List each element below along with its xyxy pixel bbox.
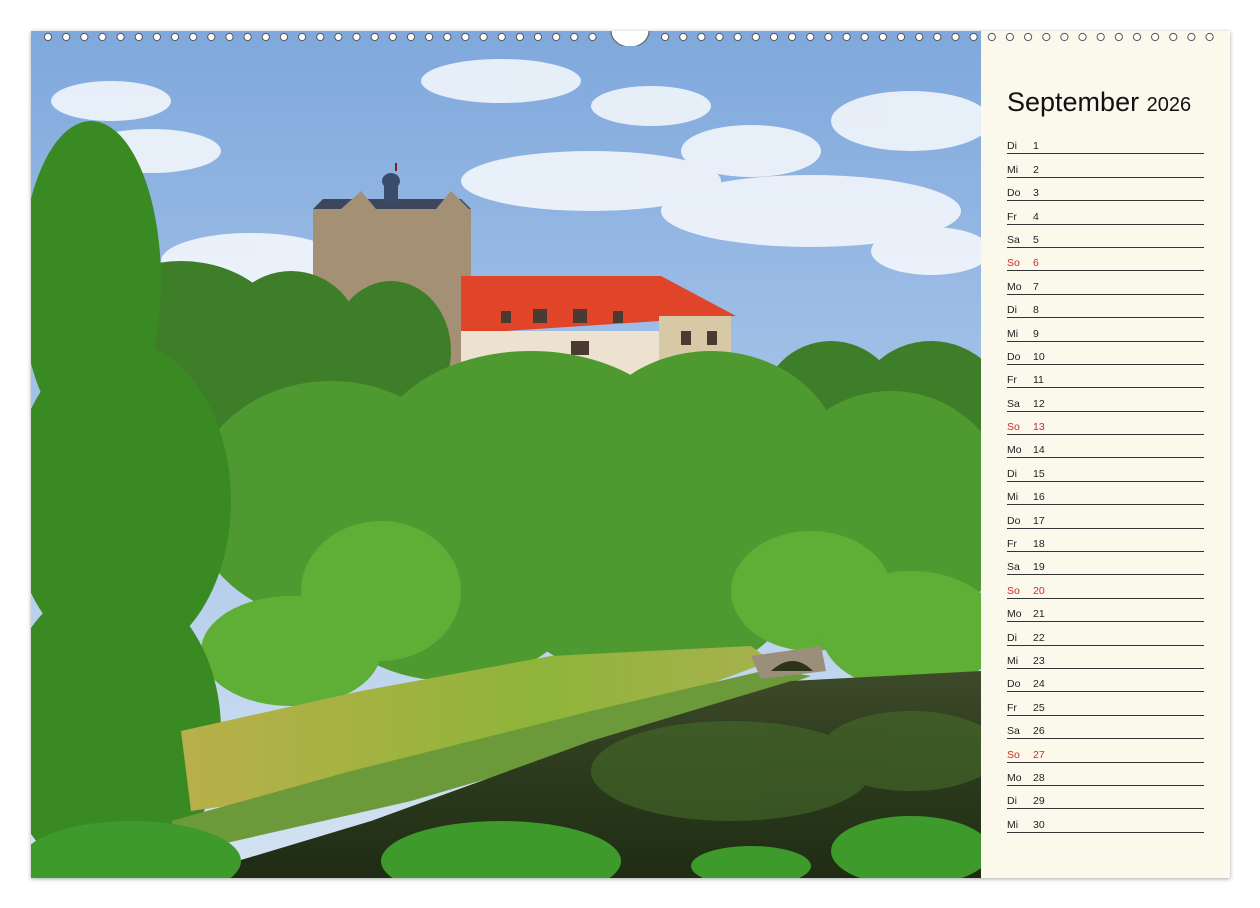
day-number: 20 bbox=[1033, 584, 1045, 597]
weekday-label: Mi bbox=[1007, 327, 1019, 340]
day-row: Sa 12 bbox=[1007, 388, 1204, 412]
day-row: Do 17 bbox=[1007, 505, 1204, 529]
day-row: Fr 4 bbox=[1007, 201, 1204, 225]
day-number: 6 bbox=[1033, 257, 1039, 270]
day-row: So 13 bbox=[1007, 412, 1204, 436]
day-row: Sa 5 bbox=[1007, 225, 1204, 248]
weekday-label: So bbox=[1007, 421, 1020, 434]
day-number: 8 bbox=[1033, 304, 1039, 317]
day-row: Sa 19 bbox=[1007, 552, 1204, 576]
day-number: 23 bbox=[1033, 654, 1045, 667]
weekday-label: Fr bbox=[1007, 538, 1017, 551]
month-title: September 2026 bbox=[1007, 87, 1191, 118]
day-number: 4 bbox=[1033, 210, 1039, 223]
day-number: 13 bbox=[1033, 421, 1045, 434]
weekday-label: Mo bbox=[1007, 444, 1022, 457]
day-row: Mo 21 bbox=[1007, 599, 1204, 623]
weekday-label: So bbox=[1007, 748, 1020, 761]
day-number: 25 bbox=[1033, 701, 1045, 714]
weekday-label: Sa bbox=[1007, 233, 1020, 246]
weekday-label: Mi bbox=[1007, 654, 1019, 667]
day-number: 5 bbox=[1033, 233, 1039, 246]
weekday-label: Di bbox=[1007, 631, 1017, 644]
day-number: 2 bbox=[1033, 163, 1039, 176]
weekday-label: Sa bbox=[1007, 725, 1020, 738]
weekday-label: Mo bbox=[1007, 771, 1022, 784]
weekday-label: Do bbox=[1007, 678, 1021, 691]
weekday-label: Do bbox=[1007, 514, 1021, 527]
day-row: Di 15 bbox=[1007, 458, 1204, 482]
weekday-label: Mi bbox=[1007, 818, 1019, 831]
day-row: Di 29 bbox=[1007, 786, 1204, 810]
day-number: 17 bbox=[1033, 514, 1045, 527]
day-row: Mi 23 bbox=[1007, 646, 1204, 669]
day-number: 14 bbox=[1033, 444, 1045, 457]
day-number: 12 bbox=[1033, 397, 1045, 410]
weekday-label: So bbox=[1007, 257, 1020, 270]
day-row: Do 3 bbox=[1007, 178, 1204, 202]
day-number: 1 bbox=[1033, 140, 1039, 153]
day-number: 24 bbox=[1033, 678, 1045, 691]
day-row: So 20 bbox=[1007, 575, 1204, 599]
day-number: 16 bbox=[1033, 491, 1045, 504]
weekday-label: Do bbox=[1007, 187, 1021, 200]
day-number: 10 bbox=[1033, 350, 1045, 363]
weekday-label: Di bbox=[1007, 140, 1017, 153]
castle-landscape-photo bbox=[31, 31, 981, 878]
day-number: 28 bbox=[1033, 771, 1045, 784]
day-row: So 6 bbox=[1007, 248, 1204, 272]
day-row: Do 10 bbox=[1007, 342, 1204, 365]
day-row: Fr 25 bbox=[1007, 692, 1204, 716]
weekday-label: Fr bbox=[1007, 374, 1017, 387]
day-row: Fr 18 bbox=[1007, 529, 1204, 553]
day-row: Sa 26 bbox=[1007, 716, 1204, 740]
weekday-label: Mi bbox=[1007, 163, 1019, 176]
month-name: September bbox=[1007, 87, 1140, 117]
day-row: Mi 9 bbox=[1007, 318, 1204, 342]
day-row: Mi 30 bbox=[1007, 809, 1204, 833]
weekday-label: Di bbox=[1007, 467, 1017, 480]
calendar-page: September 2026 Di 1 Mi 2 Do 3 Fr 4 Sa 5 So 6 Mo 7 Di 8 M… bbox=[31, 31, 1230, 878]
day-row: Do 24 bbox=[1007, 669, 1204, 693]
day-list: Di 1 Mi 2 Do 3 Fr 4 Sa 5 So 6 Mo 7 Di 8 Mi 9 Do 10 Fr 11 Sa 12 S… bbox=[1007, 131, 1204, 833]
weekday-label: Mi bbox=[1007, 491, 1019, 504]
day-number: 21 bbox=[1033, 608, 1045, 621]
weekday-label: Fr bbox=[1007, 701, 1017, 714]
weekday-label: So bbox=[1007, 584, 1020, 597]
day-number: 3 bbox=[1033, 187, 1039, 200]
day-number: 27 bbox=[1033, 748, 1045, 761]
calendar-sidebar: September 2026 Di 1 Mi 2 Do 3 Fr 4 Sa 5 So 6 Mo 7 Di 8 M… bbox=[981, 31, 1230, 878]
day-number: 26 bbox=[1033, 725, 1045, 738]
day-row: Mo 28 bbox=[1007, 763, 1204, 786]
day-row: Di 1 bbox=[1007, 131, 1204, 155]
day-number: 30 bbox=[1033, 818, 1045, 831]
day-row: Fr 11 bbox=[1007, 365, 1204, 389]
day-number: 29 bbox=[1033, 795, 1045, 808]
day-number: 9 bbox=[1033, 327, 1039, 340]
day-row: Di 8 bbox=[1007, 295, 1204, 319]
weekday-label: Di bbox=[1007, 795, 1017, 808]
weekday-label: Di bbox=[1007, 304, 1017, 317]
day-row: Mo 14 bbox=[1007, 435, 1204, 459]
weekday-label: Sa bbox=[1007, 397, 1020, 410]
weekday-label: Sa bbox=[1007, 561, 1020, 574]
day-number: 19 bbox=[1033, 561, 1045, 574]
day-row: So 27 bbox=[1007, 739, 1204, 763]
day-number: 18 bbox=[1033, 538, 1045, 551]
weekday-label: Mo bbox=[1007, 608, 1022, 621]
weekday-label: Fr bbox=[1007, 210, 1017, 223]
year-label: 2026 bbox=[1146, 94, 1192, 116]
weekday-label: Mo bbox=[1007, 280, 1022, 293]
day-row: Di 22 bbox=[1007, 622, 1204, 646]
day-row: Mo 7 bbox=[1007, 271, 1204, 295]
weekday-label: Do bbox=[1007, 350, 1021, 363]
day-row: Mi 2 bbox=[1007, 154, 1204, 178]
day-number: 22 bbox=[1033, 631, 1045, 644]
day-number: 11 bbox=[1033, 374, 1044, 387]
day-number: 7 bbox=[1033, 280, 1039, 293]
day-row: Mi 16 bbox=[1007, 482, 1204, 506]
day-number: 15 bbox=[1033, 467, 1045, 480]
